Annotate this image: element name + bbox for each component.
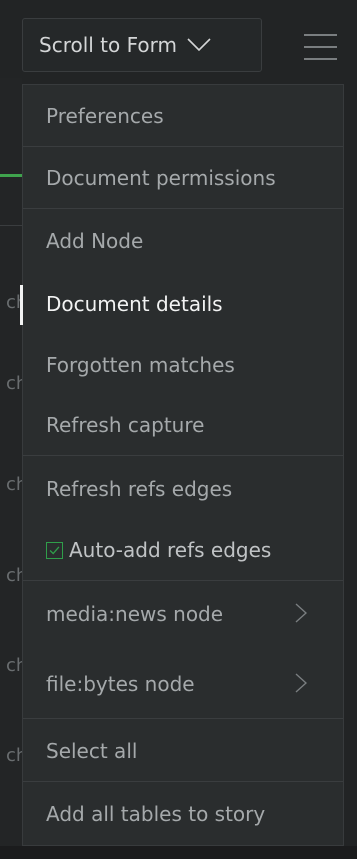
background-text-fragment: ch [6, 373, 22, 394]
menu-item-label: Preferences [46, 103, 164, 128]
menu-item-preferences[interactable]: Preferences [23, 85, 343, 146]
menu-item-label: Refresh capture [46, 412, 205, 437]
checkbox-checked-icon[interactable] [46, 542, 63, 559]
bottom-edge [0, 846, 357, 859]
background-text-fragment: ch [6, 745, 22, 766]
menu-separator [23, 718, 343, 719]
chevron-right-icon [295, 603, 307, 623]
menu-item-add-all-tables-to-story[interactable]: Add all tables to story [23, 783, 343, 844]
scroll-to-form-label: Scroll to Form [39, 33, 177, 57]
menu-item-add-node[interactable]: Add Node [23, 210, 343, 271]
chevron-down-icon [187, 38, 211, 52]
menu-item-label: Refresh refs edges [46, 476, 233, 501]
background-text-fragment: ch [6, 565, 22, 586]
background-content: ch ch ch ch ch ch [0, 0, 22, 859]
menu-separator [23, 781, 343, 782]
menu-item-file-bytes-node[interactable]: file:bytes node [23, 653, 343, 714]
chevron-right-icon [295, 673, 307, 693]
menu-item-forgotten-matches[interactable]: Forgotten matches [23, 334, 343, 395]
background-text-fragment: ch [6, 474, 22, 495]
background-text-fragment: ch [6, 655, 22, 676]
menu-separator [23, 455, 343, 456]
menu-item-auto-add-refs-edges[interactable]: Auto-add refs edges [23, 519, 343, 580]
menu-item-label: Document permissions [46, 165, 276, 190]
app-stage: ch ch ch ch ch ch Scroll to Form Prefere… [0, 0, 357, 859]
menu-item-refresh-refs-edges[interactable]: Refresh refs edges [23, 458, 343, 519]
scroll-to-form-button[interactable]: Scroll to Form [22, 18, 262, 72]
menu-item-label: Document details [46, 291, 223, 316]
top-bar: Scroll to Form [0, 0, 357, 78]
menu-separator [23, 208, 343, 209]
menu-item-document-permissions[interactable]: Document permissions [23, 147, 343, 208]
dropdown-menu: Preferences Document permissions Add Nod… [20, 84, 344, 846]
background-green-indicator [0, 174, 22, 177]
menu-item-document-details[interactable]: Document details [20, 273, 343, 334]
menu-item-select-all[interactable]: Select all [23, 720, 343, 781]
menu-separator [23, 580, 343, 581]
menu-item-label: Select all [46, 738, 138, 763]
active-item-indicator [20, 285, 23, 325]
background-divider [0, 225, 22, 226]
menu-item-label: media:news node [46, 601, 224, 626]
menu-item-label: Forgotten matches [46, 352, 235, 377]
menu-item-refresh-capture[interactable]: Refresh capture [23, 394, 343, 455]
menu-item-label: Add Node [46, 228, 144, 253]
hamburger-icon[interactable] [304, 33, 337, 61]
menu-item-media-news-node[interactable]: media:news node [23, 583, 343, 644]
menu-item-label: Auto-add refs edges [69, 537, 272, 562]
menu-item-label: file:bytes node [46, 671, 195, 696]
menu-item-label: Add all tables to story [46, 801, 266, 826]
